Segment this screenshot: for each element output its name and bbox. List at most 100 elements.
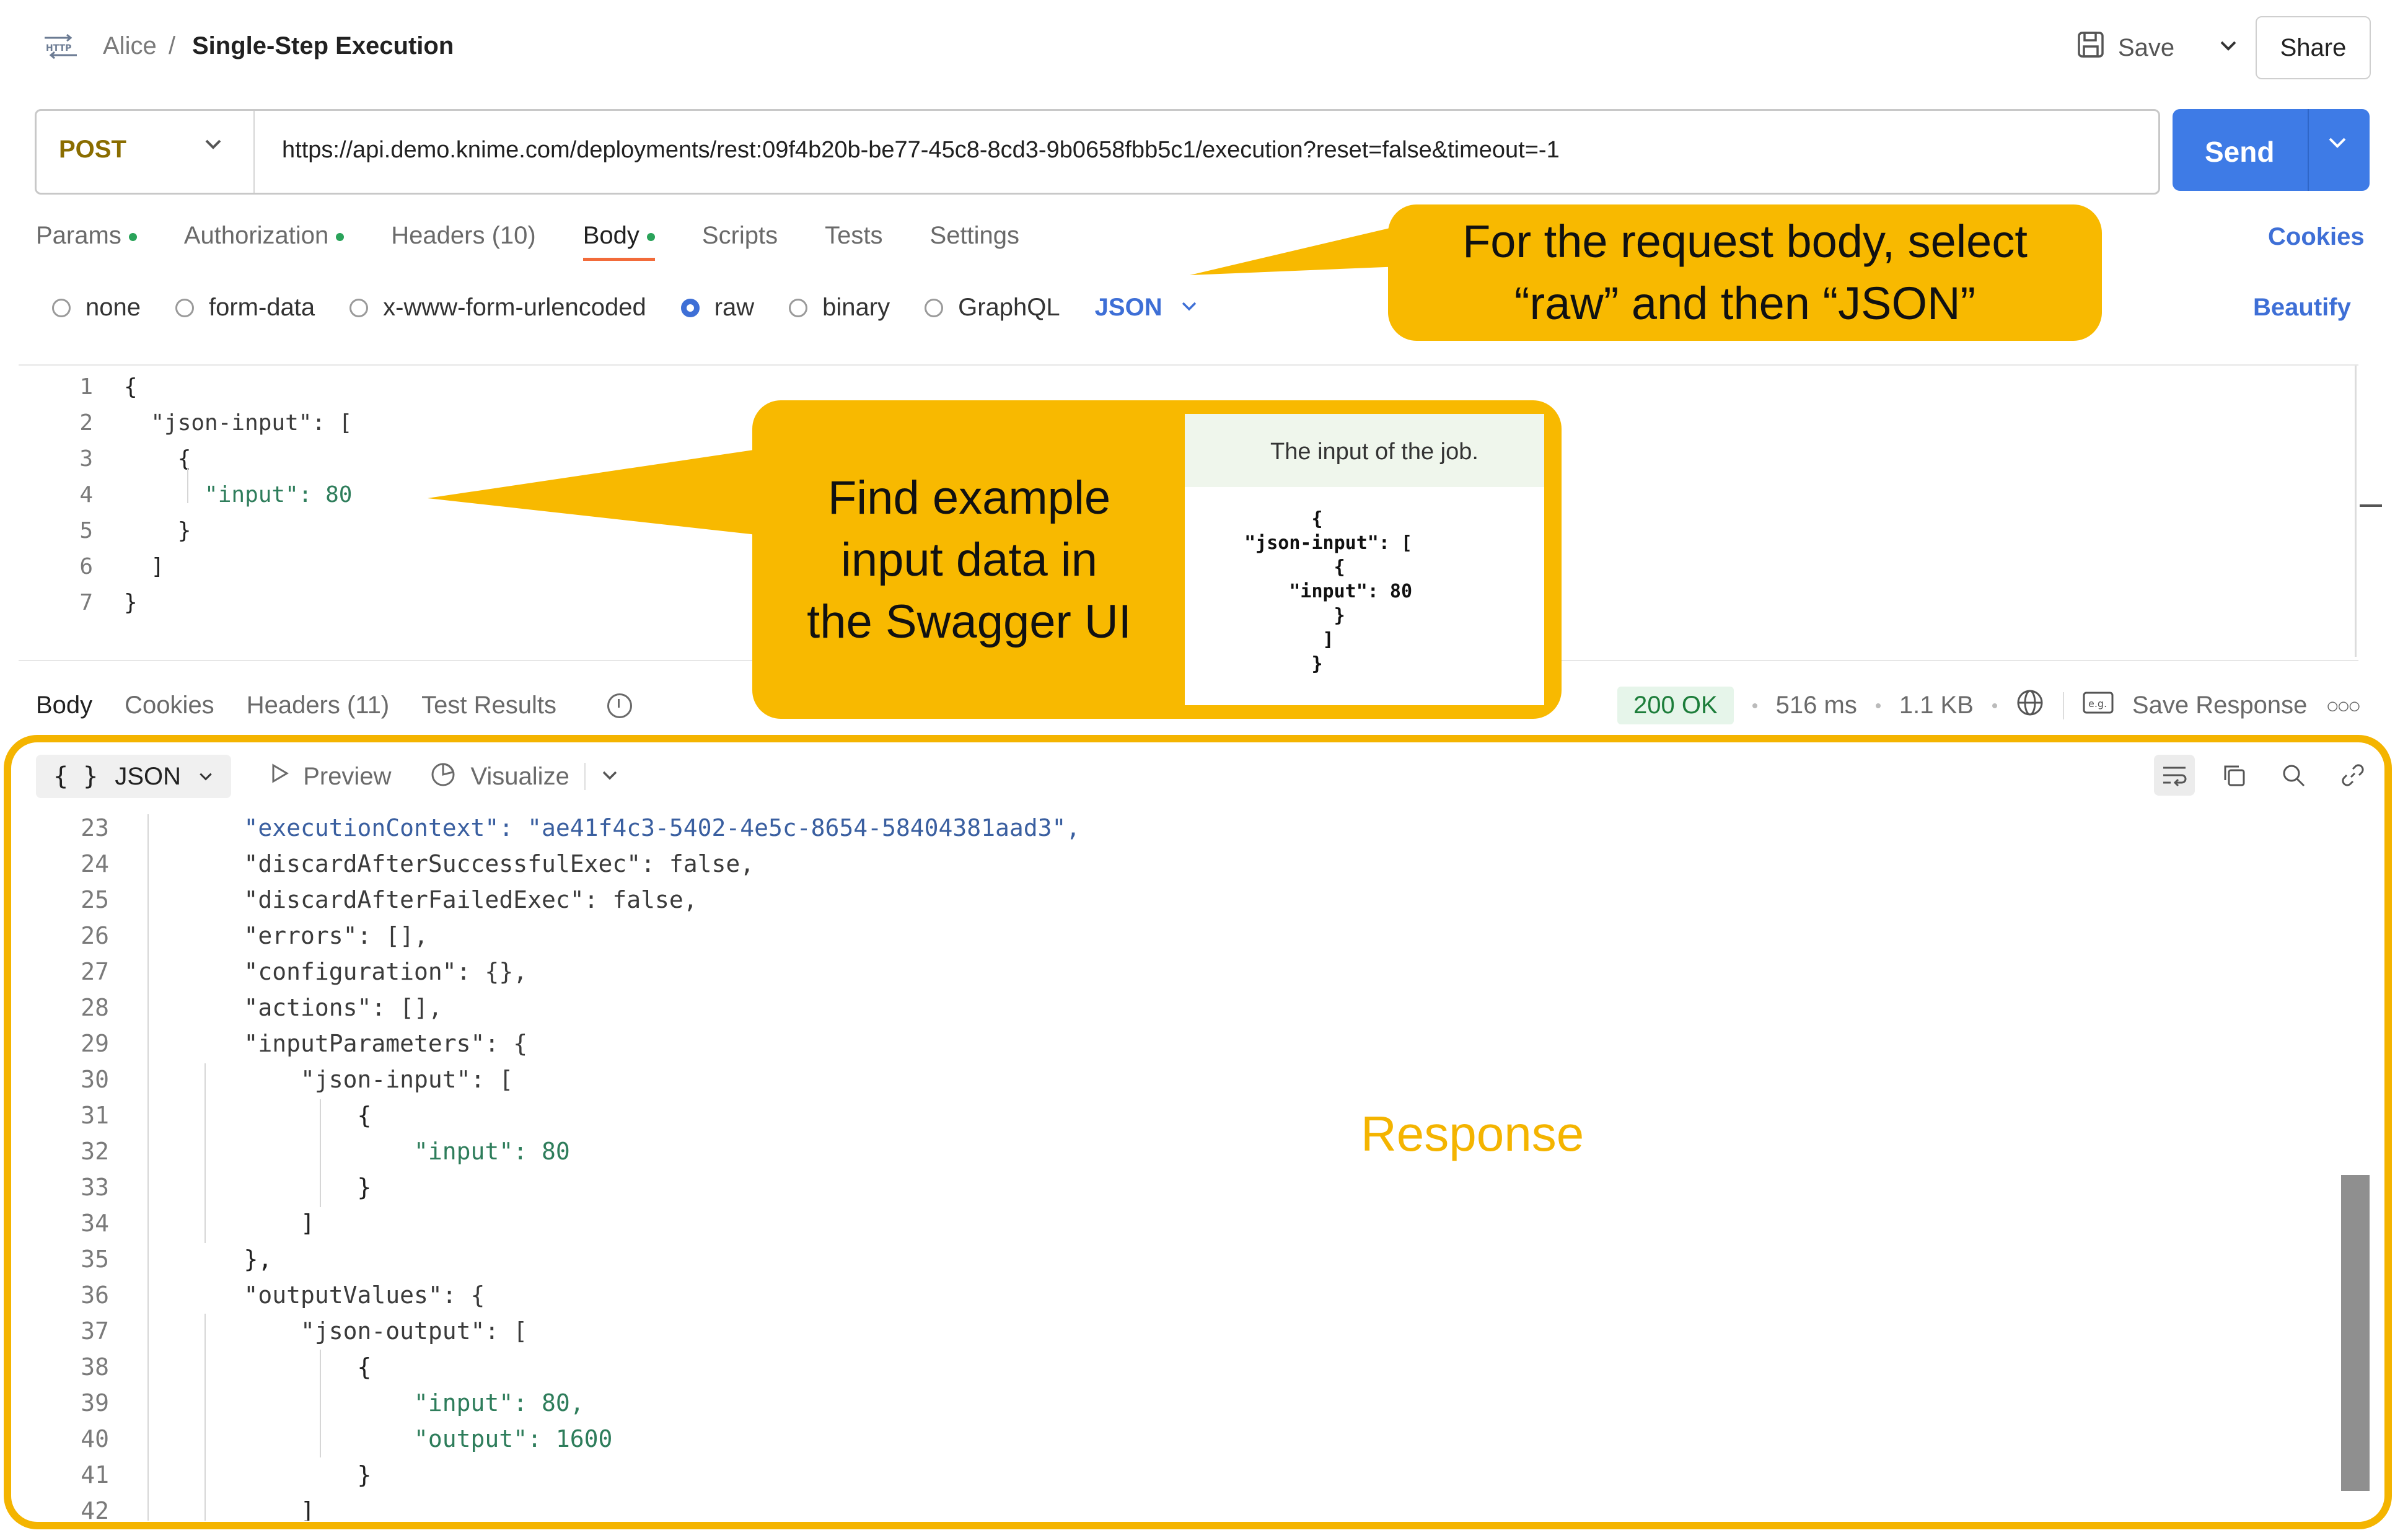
status-dot [646, 232, 655, 241]
radio-circle[interactable] [789, 298, 808, 317]
code-line: 27 "configuration": {}, [81, 958, 528, 985]
url-input[interactable]: https://api.demo.knime.com/deployments/r… [282, 137, 1560, 164]
play-icon[interactable] [268, 762, 291, 791]
code-line: 35 }, [81, 1246, 273, 1273]
globe-icon[interactable] [2016, 688, 2044, 723]
example-icon[interactable]: e.g. [2083, 690, 2114, 721]
body-type-callout: For the request body, select “raw” and t… [1388, 204, 2102, 341]
copy-icon[interactable] [2213, 755, 2254, 796]
code-line: 24 "discardAfterSuccessfulExec": false, [81, 850, 755, 877]
code-line: 23 "executionContext": "ae41f4c3-5402-4e… [81, 814, 1081, 842]
chevron-down-icon[interactable] [2218, 34, 2239, 62]
radio-form-data[interactable]: form-data [175, 294, 315, 322]
code-line: 33 } [81, 1174, 372, 1201]
tab-body[interactable]: Body [582, 222, 656, 261]
visualize-button[interactable]: Visualize [470, 763, 569, 791]
chevron-down-icon[interactable] [600, 763, 619, 791]
callout-pointer [428, 449, 762, 535]
save-button[interactable]: Save [2118, 34, 2174, 62]
separator-dot [1992, 703, 1997, 708]
callout-line: the Swagger UI [807, 595, 1131, 648]
response-time[interactable]: 516 ms [1776, 692, 1857, 719]
separator-dot [1875, 703, 1881, 708]
code-line: 28 "actions": [], [81, 994, 442, 1021]
code-line: 6 ] [79, 554, 165, 579]
swagger-example-snippet: The input of the job. { "json-input": [ … [1185, 414, 1544, 705]
breadcrumb-separator: / [169, 32, 176, 59]
radio-circle[interactable] [175, 298, 194, 317]
scroll-marker [2360, 504, 2382, 507]
response-tools [2154, 755, 2373, 796]
code-line: 25 "discardAfterFailedExec": false, [81, 886, 698, 913]
tab-settings[interactable]: Settings [930, 222, 1020, 261]
response-size[interactable]: 1.1 KB [1899, 692, 1974, 719]
code-line: 4 "input": 80 [79, 482, 353, 508]
response-annotation-label: Response [1361, 1106, 1584, 1161]
code-line: 26 "errors": [], [81, 922, 428, 949]
radio-circle[interactable] [52, 298, 71, 317]
page-title[interactable]: Single-Step Execution [192, 32, 454, 60]
radio-binary[interactable]: binary [789, 294, 890, 322]
resp-tab-cookies[interactable]: Cookies [125, 692, 214, 719]
beautify-button[interactable]: Beautify [2253, 294, 2351, 322]
tab-tests[interactable]: Tests [825, 222, 882, 261]
save-icon[interactable] [2076, 30, 2106, 66]
cookies-link[interactable]: Cookies [2268, 223, 2365, 251]
callout-line: For the request body, select [1462, 216, 2028, 267]
response-tabs: Body Cookies Headers (11) Test Results [36, 692, 633, 719]
more-icon[interactable]: ○○○ [2326, 693, 2361, 719]
link-icon[interactable] [2332, 755, 2373, 796]
history-icon[interactable] [607, 693, 633, 718]
response-body-viewer[interactable]: 23 "executionContext": "ae41f4c3-5402-4e… [19, 814, 2336, 1521]
editor-scrollbar[interactable] [2355, 366, 2357, 657]
format-select[interactable]: JSON [1095, 294, 1162, 322]
tab-authorization[interactable]: Authorization [184, 222, 345, 261]
wrap-lines-icon[interactable] [2154, 755, 2195, 796]
code-line: 34 ] [81, 1210, 315, 1237]
url-divider [253, 111, 255, 193]
chevron-down-icon [198, 763, 214, 790]
send-button[interactable]: Send [2173, 109, 2370, 191]
save-group: Save [2076, 26, 2239, 69]
response-meta: 200 OK 516 ms 1.1 KB e.g. Save Response … [1617, 687, 2362, 724]
chevron-down-icon[interactable] [2325, 130, 2350, 162]
send-divider [2308, 109, 2309, 191]
resp-tab-headers[interactable]: Headers (11) [247, 692, 389, 719]
response-scrollbar-thumb[interactable] [2341, 1175, 2370, 1491]
radio-raw[interactable]: raw [680, 294, 754, 322]
code-line: 32 "input": 80 [81, 1138, 570, 1165]
radio-graphql[interactable]: GraphQL [925, 294, 1060, 322]
tab-params[interactable]: Params [36, 222, 137, 261]
resp-tab-test-results[interactable]: Test Results [421, 692, 556, 719]
callout-line: input data in [840, 534, 1098, 586]
visualize-icon[interactable] [428, 758, 458, 794]
tab-scripts[interactable]: Scripts [702, 222, 778, 261]
radio-urlencoded[interactable]: x-www-form-urlencoded [349, 294, 646, 322]
preview-button[interactable]: Preview [303, 763, 391, 791]
swagger-callout: Find example input data in the Swagger U… [752, 400, 1562, 719]
swagger-description: The input of the job. [1185, 414, 1544, 487]
status-dot [336, 232, 345, 241]
response-format-select[interactable]: { } JSON [36, 755, 232, 798]
chevron-down-icon[interactable] [1180, 294, 1198, 322]
save-response-button[interactable]: Save Response [2132, 692, 2307, 719]
callout-line: Find example [827, 472, 1111, 524]
search-icon[interactable] [2273, 755, 2314, 796]
status-badge[interactable]: 200 OK [1617, 687, 1734, 724]
callout-pointer [1190, 226, 1400, 275]
resp-tab-body[interactable]: Body [36, 692, 92, 719]
chevron-down-icon[interactable] [203, 133, 224, 160]
request-url-bar: POST https://api.demo.knime.com/deployme… [35, 109, 2160, 195]
method-select[interactable]: POST [59, 136, 126, 164]
radio-circle[interactable] [925, 298, 944, 317]
share-button[interactable]: Share [2256, 16, 2371, 79]
radio-none[interactable]: none [52, 294, 141, 322]
radio-circle[interactable] [349, 298, 369, 317]
send-label[interactable]: Send [2205, 135, 2274, 169]
swagger-callout-text: Find example input data in the Swagger U… [789, 467, 1149, 653]
svg-text:HTTP: HTTP [46, 43, 71, 53]
svg-text:e.g.: e.g. [2088, 698, 2107, 710]
radio-circle-selected[interactable] [680, 298, 700, 317]
breadcrumb-user[interactable]: Alice [103, 32, 157, 60]
tab-headers[interactable]: Headers (10) [391, 222, 535, 261]
